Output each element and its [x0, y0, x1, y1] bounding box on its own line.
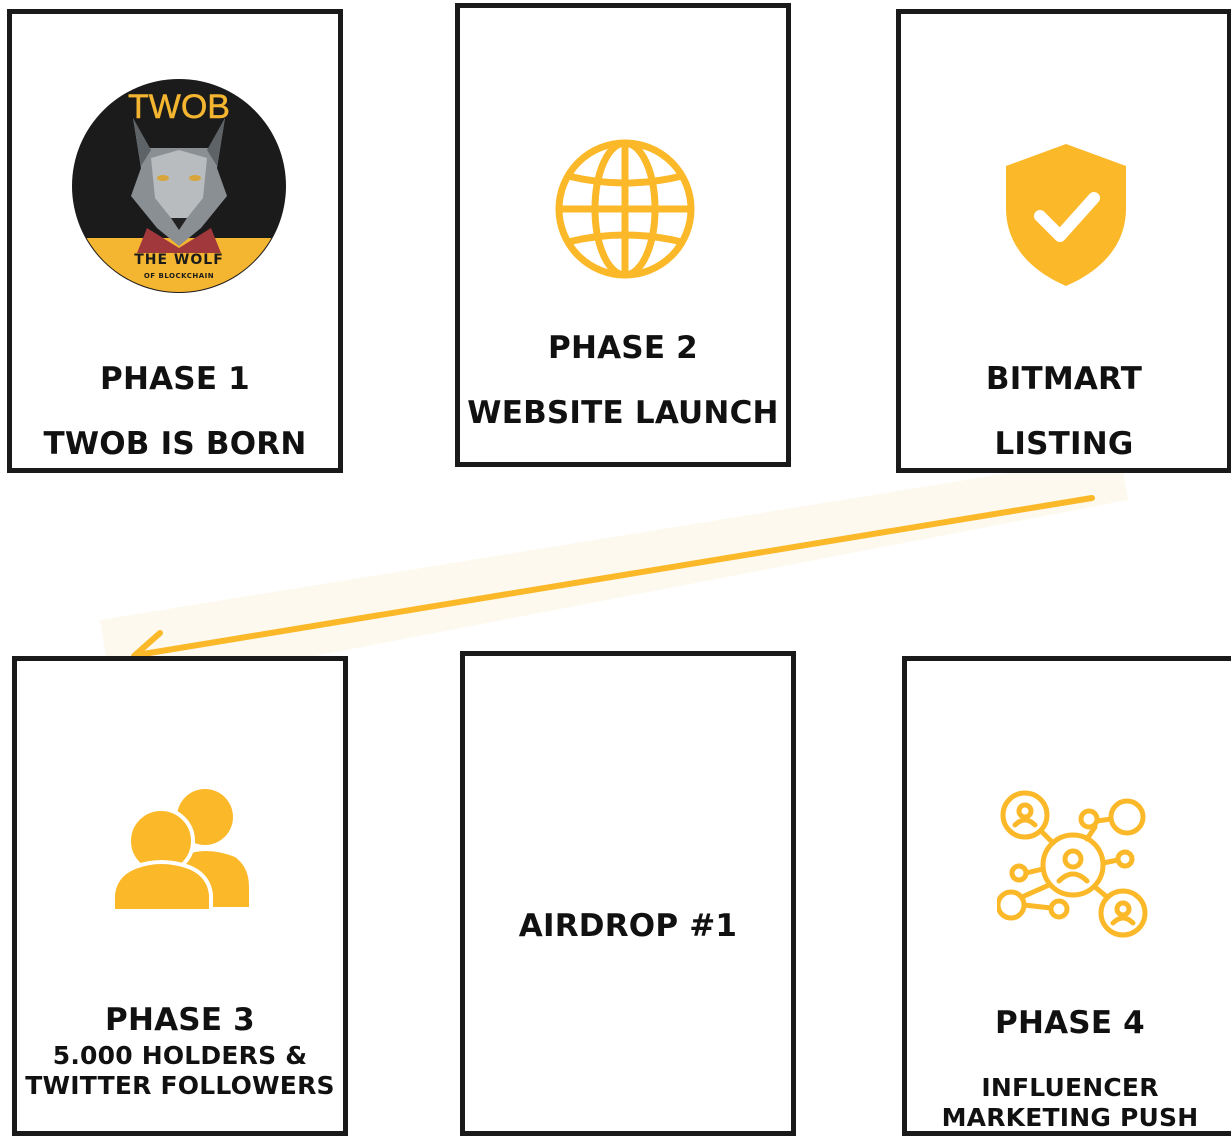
bitmart-subtitle: LISTING: [994, 426, 1134, 462]
phase-3-line-2: 5.000 HOLDERS &: [52, 1041, 308, 1070]
globe-icon: [554, 138, 696, 284]
logo-sub: OF BLOCKCHAIN: [144, 272, 214, 280]
phase-4-line-2: INFLUENCER: [981, 1073, 1159, 1102]
phase-4-title: PHASE 4: [995, 1005, 1145, 1041]
phase-1-subtitle: TWOB IS BORN: [43, 426, 307, 462]
phase-3-line-3: TWITTER FOLLOWERS: [25, 1071, 335, 1100]
card-phase-1: TWOB THE WOLF OF BLOCKCHAIN PHASE 1 TWOB…: [7, 9, 343, 473]
logo-brand: TWOB: [128, 88, 230, 126]
shield-check-icon: [1002, 140, 1130, 292]
airdrop-title: AIRDROP #1: [518, 908, 738, 944]
card-phase-3: PHASE 3 5.000 HOLDERS & TWITTER FOLLOWER…: [12, 656, 348, 1136]
phase-4-line-3: MARKETING PUSH: [941, 1103, 1199, 1132]
bitmart-title: BITMART: [985, 361, 1143, 397]
users-icon: [109, 783, 249, 917]
phase-2-title: PHASE 2: [548, 330, 698, 366]
card-airdrop-1: AIRDROP #1: [460, 651, 796, 1136]
network-people-icon: [995, 789, 1149, 943]
phase-3-title: PHASE 3: [105, 1002, 255, 1038]
card-phase-2: PHASE 2 WEBSITE LAUNCH: [455, 3, 791, 467]
card-phase-4: PHASE 4 INFLUENCER MARKETING PUSH: [902, 656, 1231, 1136]
twob-wolf-logo: TWOB THE WOLF OF BLOCKCHAIN: [71, 78, 287, 298]
logo-tagline: THE WOLF: [134, 252, 224, 268]
card-bitmart-listing: BITMART LISTING: [896, 9, 1231, 473]
phase-1-title: PHASE 1: [100, 361, 250, 397]
phase-2-subtitle: WEBSITE LAUNCH: [467, 395, 779, 431]
